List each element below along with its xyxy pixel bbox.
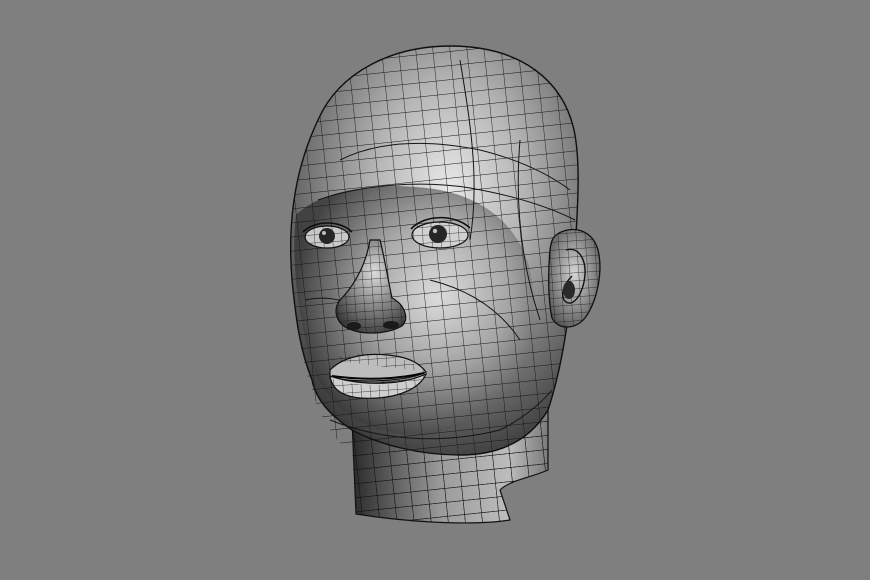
- right-eye: [302, 222, 353, 249]
- wireframe-mesh: [290, 46, 579, 523]
- head-render: [289, 45, 601, 524]
- 3d-viewport[interactable]: [0, 0, 870, 580]
- left-eye: [410, 216, 471, 249]
- ear: [548, 228, 601, 328]
